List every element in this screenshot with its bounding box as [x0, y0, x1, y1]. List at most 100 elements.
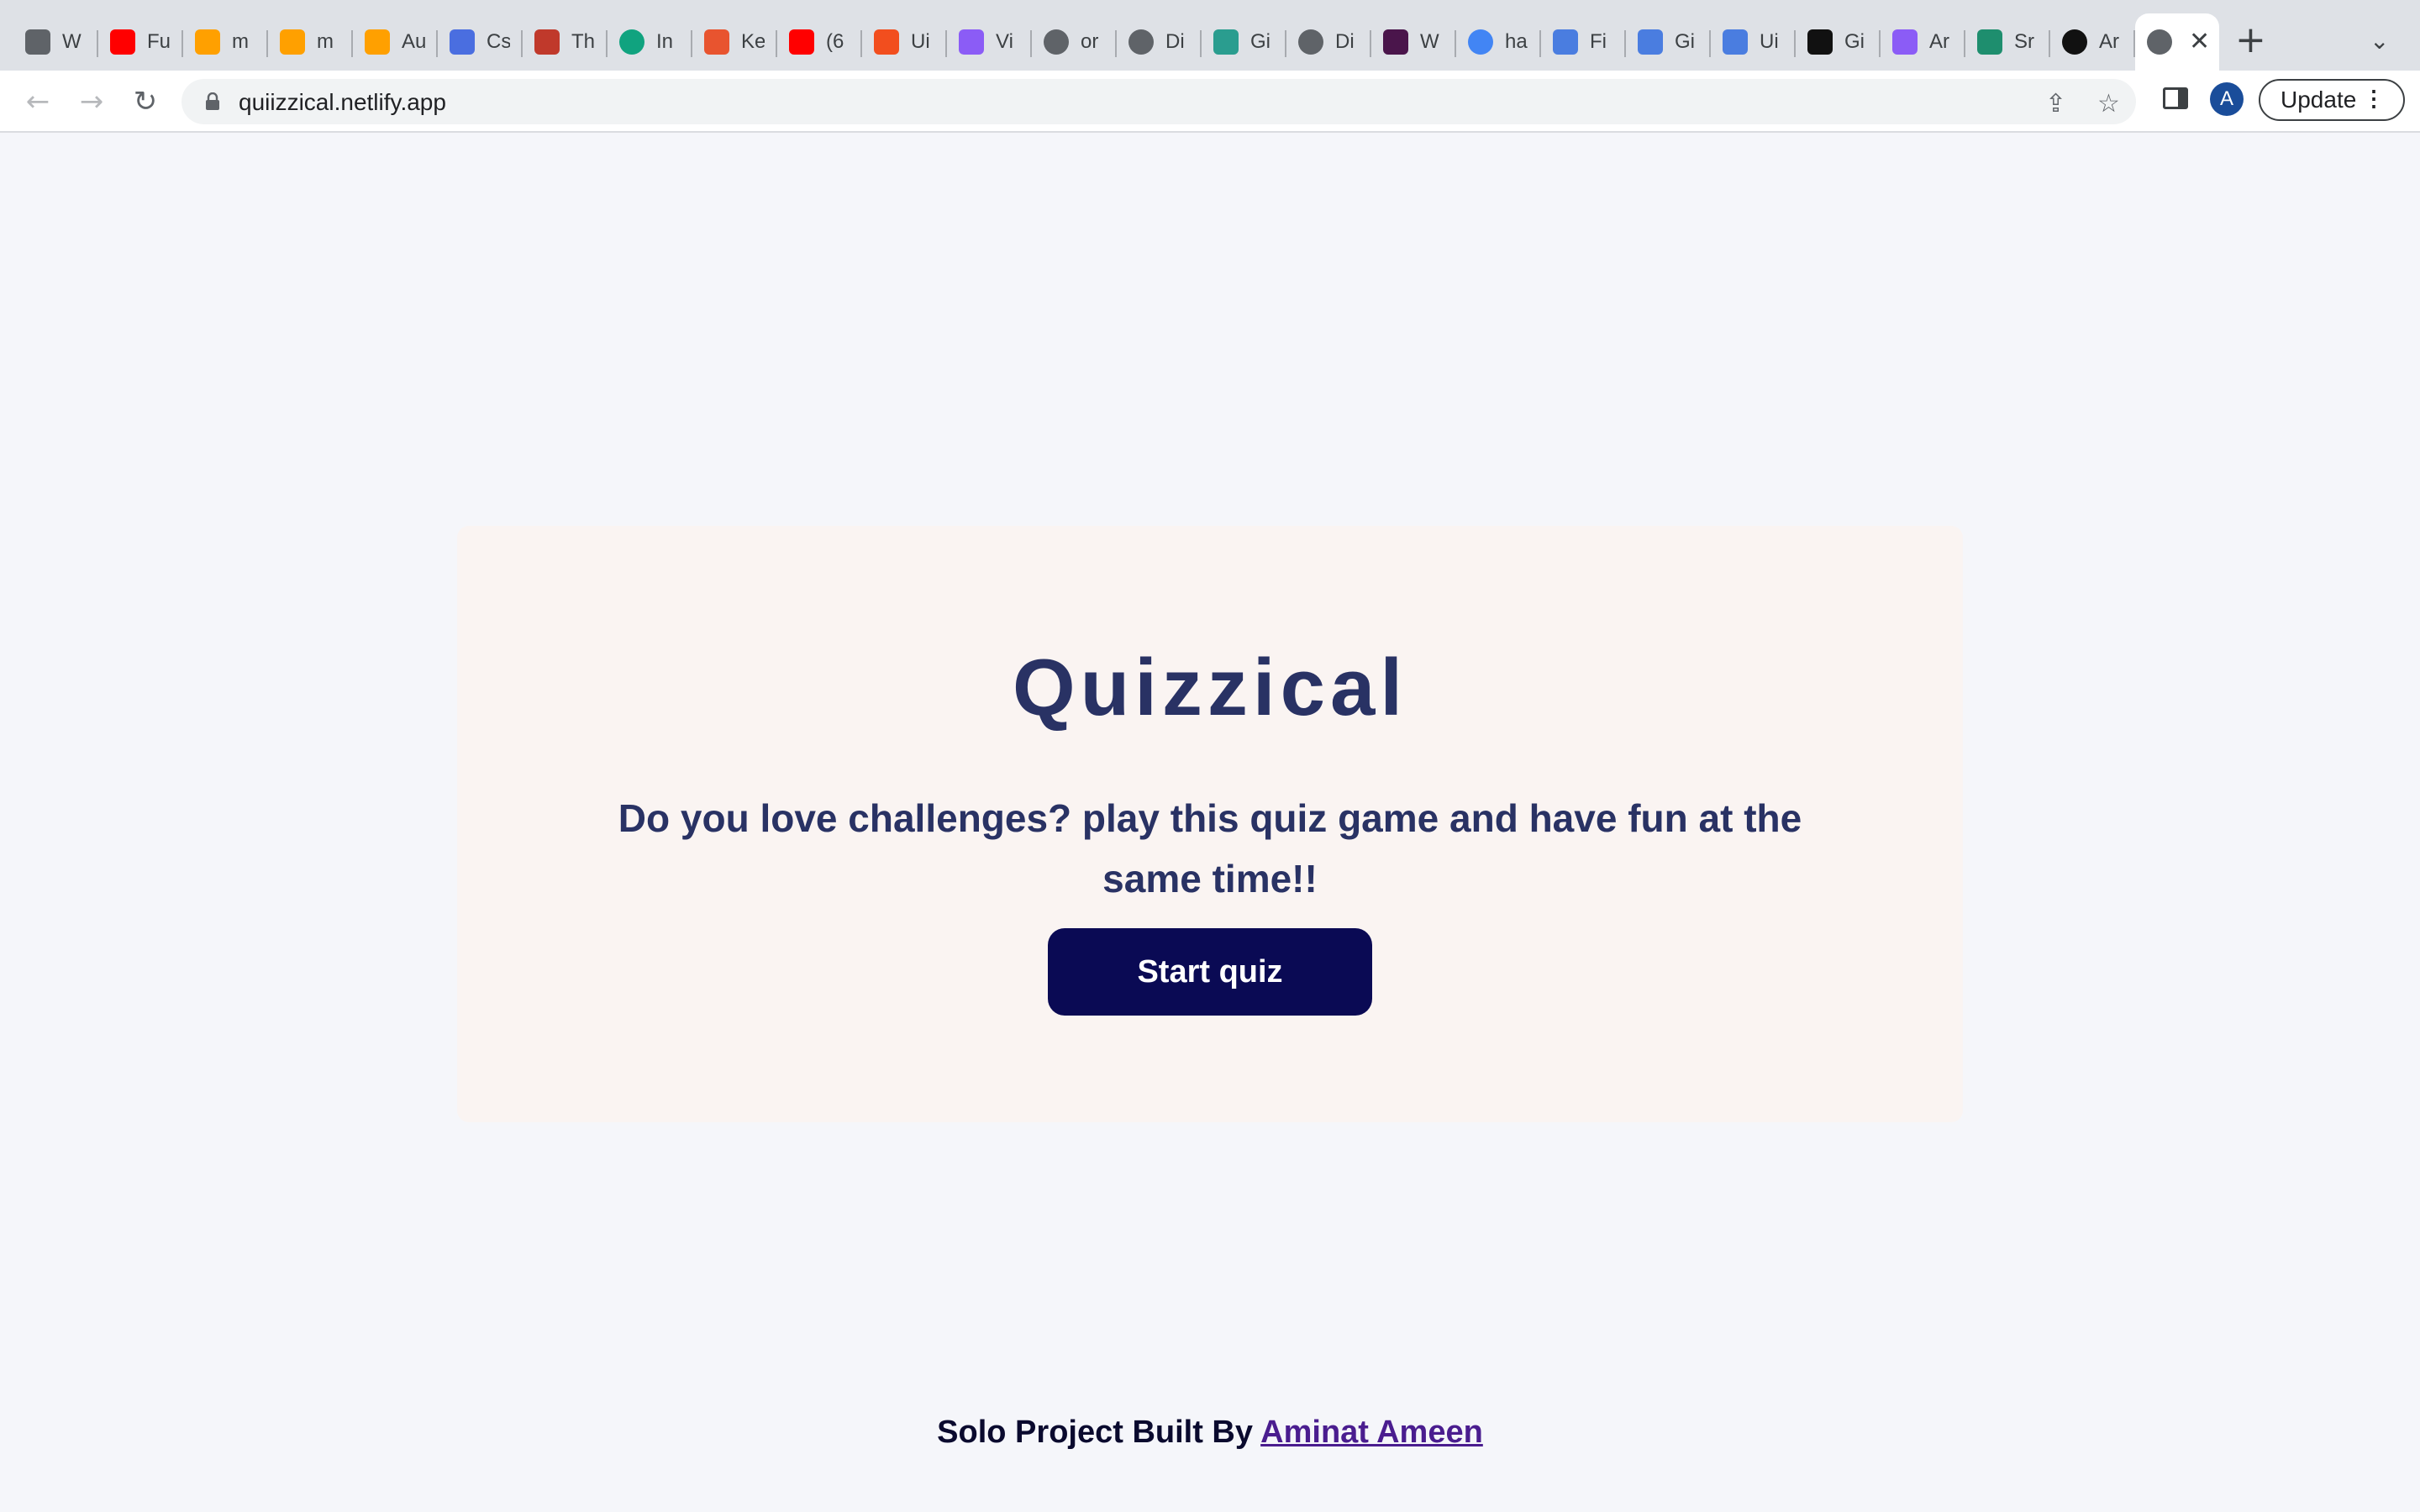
browser-tab[interactable]: ha — [1456, 13, 1541, 71]
page-subtitle: Do you love challenges? play this quiz g… — [618, 796, 1802, 900]
flag-icon — [1807, 29, 1833, 55]
author-link[interactable]: Aminat Ameen — [1260, 1415, 1483, 1450]
firebase-icon — [280, 29, 305, 55]
update-button[interactable]: Update ⋮ — [2259, 79, 2405, 121]
tab-title: (6 — [826, 30, 844, 53]
tab-strip: W Fu m m Au Cs Th In Ke (6 Ui Vi or Di Gi Di Wha Fi Gi Ui Gi… — [0, 0, 2420, 71]
tab-title: m — [232, 30, 249, 53]
tab-title: Gi — [1250, 30, 1270, 53]
tower-icon — [534, 29, 560, 55]
tab-title: Ar — [1929, 30, 1949, 53]
start-quiz-button[interactable]: Start quiz — [1048, 928, 1372, 1016]
browser-tab[interactable]: Ke — [692, 13, 777, 71]
browser-tab[interactable]: W — [1371, 13, 1456, 71]
reload-icon[interactable]: ↻ — [128, 84, 163, 119]
tab-title: Vi — [996, 30, 1013, 53]
browser-tab[interactable]: Cs — [438, 13, 523, 71]
browser-tab[interactable]: In — [608, 13, 692, 71]
browser-tab[interactable]: Gi — [1202, 13, 1286, 71]
browser-tab[interactable]: m — [268, 13, 353, 71]
tab-title: Di — [1165, 30, 1185, 53]
tab-title: W — [1420, 30, 1439, 53]
back-arrow-icon[interactable]: ← — [20, 84, 55, 119]
page-title: Quizzical — [1012, 643, 1408, 732]
tab-title: W — [62, 30, 82, 53]
footer-prefix: Solo Project Built By — [937, 1415, 1253, 1450]
browser-tab[interactable]: Fu — [98, 13, 183, 71]
tab-title: Cs — [487, 30, 510, 53]
browser-tab[interactable]: Gi — [1796, 13, 1881, 71]
css-grid-icon — [450, 29, 475, 55]
tab-title: In — [656, 30, 674, 53]
forward-arrow-icon[interactable]: → — [74, 84, 109, 119]
browser-tab[interactable]: Au — [353, 13, 438, 71]
profile-avatar[interactable]: A — [2210, 82, 2244, 116]
tab-title: Ui — [911, 30, 930, 53]
browser-tab[interactable]: Gi — [1626, 13, 1711, 71]
new-tab-button[interactable]: + — [2235, 22, 2266, 59]
globe-icon — [2147, 29, 2172, 55]
flag-icon — [1723, 29, 1748, 55]
tab-title: Gi — [1675, 30, 1695, 53]
openai-icon — [619, 29, 644, 55]
tab-title: ha — [1505, 30, 1528, 53]
slack-icon — [1383, 29, 1408, 55]
tab-title: Ar — [2099, 30, 2119, 53]
firebase-icon — [365, 29, 390, 55]
tab-title: Fu — [147, 30, 171, 53]
browser-tab[interactable]: W — [13, 13, 98, 71]
diamond-icon — [1213, 29, 1239, 55]
firebase-icon — [195, 29, 220, 55]
flag-icon — [1553, 29, 1578, 55]
globe-icon — [1044, 29, 1069, 55]
vite-icon — [959, 29, 984, 55]
tab-title: Di — [1335, 30, 1355, 53]
footer: Solo Project Built By Aminat Ameen — [0, 1415, 2420, 1451]
lock-icon — [206, 92, 219, 110]
s-icon — [1977, 29, 2002, 55]
browser-tab[interactable]: Ar — [2050, 13, 2135, 71]
flag-icon — [1638, 29, 1663, 55]
menu-dots-icon[interactable]: ⋮ — [2363, 87, 2385, 109]
bookmark-star-icon[interactable]: ☆ — [2097, 89, 2120, 118]
tab-title: Sr — [2014, 30, 2034, 53]
tab-title: Gi — [1844, 30, 1865, 53]
browser-tab[interactable]: or — [1032, 13, 1117, 71]
browser-tab[interactable]: Di — [1286, 13, 1371, 71]
browser-tab[interactable]: Ui — [1711, 13, 1796, 71]
tab-title: m — [317, 30, 334, 53]
tab-title: Th — [571, 30, 595, 53]
tab-title: Au — [402, 30, 425, 53]
tab-title: or — [1081, 30, 1099, 53]
url-text[interactable]: quiizzical.netlify.app — [239, 89, 446, 116]
browser-tab[interactable]: Ui — [862, 13, 947, 71]
bookmark-icon — [25, 29, 50, 55]
figma-icon — [874, 29, 899, 55]
browser-tab[interactable]: Vi — [947, 13, 1032, 71]
tab-title: Ui — [1760, 30, 1779, 53]
tab-title: Fi — [1590, 30, 1607, 53]
browser-tab[interactable]: Fi — [1541, 13, 1626, 71]
intro-card: Quizzical Do you love challenges? play t… — [457, 526, 1963, 1122]
active-tab[interactable]: ✕ — [2135, 13, 2219, 71]
youtube-icon — [789, 29, 814, 55]
browser-toolbar: ← → ↻ quiizzical.netlify.app ⇪ ☆ — [0, 71, 2420, 133]
close-tab-icon[interactable]: ✕ — [2189, 29, 2210, 55]
browser-tab[interactable]: Sr — [1965, 13, 2050, 71]
browser-tab[interactable]: Ar — [1881, 13, 1965, 71]
address-bar[interactable]: quiizzical.netlify.app ⇪ ☆ — [182, 79, 2136, 124]
github-icon — [2062, 29, 2087, 55]
kp-icon — [704, 29, 729, 55]
share-icon[interactable]: ⇪ — [2045, 89, 2066, 118]
update-label: Update — [2281, 87, 2357, 113]
youtube-icon — [110, 29, 135, 55]
browser-tab[interactable]: (6 — [777, 13, 862, 71]
browser-tab[interactable]: Di — [1117, 13, 1202, 71]
globe-icon — [1298, 29, 1323, 55]
globe-icon — [1128, 29, 1154, 55]
tab-search-chevron-icon[interactable]: ⌄ — [2370, 27, 2389, 55]
tab-list: W Fu m m Au Cs Th In Ke (6 Ui Vi or Di Gi Di Wha Fi Gi Ui Gi… — [13, 13, 2219, 71]
browser-tab[interactable]: m — [183, 13, 268, 71]
side-panel-icon[interactable] — [2163, 87, 2188, 109]
browser-tab[interactable]: Th — [523, 13, 608, 71]
